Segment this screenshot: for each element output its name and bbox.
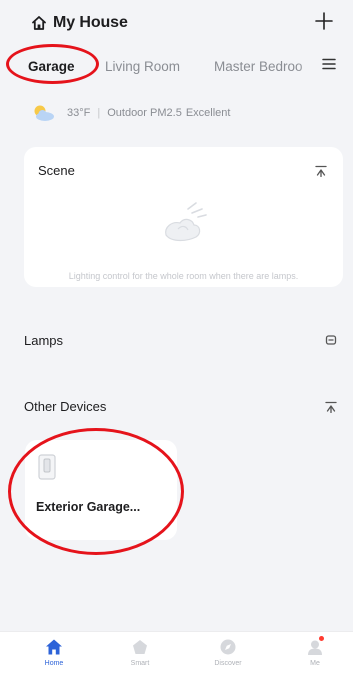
air-quality-value: Excellent: [185, 107, 231, 119]
bottom-nav: Home Smart Discover Me: [0, 631, 353, 674]
scene-title: Scene: [38, 163, 75, 178]
other-devices-section-title: Other Devices: [24, 399, 107, 414]
add-button[interactable]: [311, 8, 337, 34]
empty-scene-illustration: [165, 202, 207, 242]
weather-row: 33°F | Outdoor PM2.5 Excellent: [31, 103, 230, 123]
nav-label-me: Me: [310, 660, 320, 667]
smart-icon: [133, 640, 147, 654]
room-tabs: Garage Living Room Master Bedroo: [0, 52, 353, 82]
air-quality-label: Outdoor PM2.5: [107, 107, 182, 119]
nav-home[interactable]: Home: [24, 638, 84, 667]
nav-me[interactable]: Me: [285, 636, 345, 667]
device-card-exterior-garage[interactable]: Exterior Garage...: [25, 440, 177, 540]
home-icon: [46, 639, 62, 655]
notification-dot: [319, 636, 324, 641]
lamp-toggle-icon[interactable]: [325, 334, 337, 346]
house-icon[interactable]: [31, 15, 47, 31]
collapse-icon[interactable]: [325, 401, 337, 413]
partly-cloudy-icon: [34, 105, 54, 121]
device-name: Exterior Garage...: [36, 500, 141, 514]
nav-smart[interactable]: Smart: [110, 638, 170, 667]
weather-temperature: 33°F: [67, 107, 91, 119]
collapse-icon[interactable]: [315, 165, 327, 177]
tab-overflow-fade: [296, 52, 324, 82]
plus-icon: [315, 12, 333, 30]
scene-empty-hint: Lighting control for the whole room when…: [68, 271, 299, 281]
room-menu-icon[interactable]: [322, 57, 336, 71]
lamps-section-title: Lamps: [24, 333, 64, 348]
nav-label-home: Home: [44, 660, 64, 667]
switch-device-icon: [38, 454, 56, 480]
weather-separator: |: [97, 107, 101, 119]
tab-garage[interactable]: Garage: [28, 59, 75, 74]
home-title[interactable]: My House: [53, 14, 128, 32]
tab-living-room[interactable]: Living Room: [105, 59, 180, 74]
nav-label-discover: Discover: [214, 660, 242, 667]
header: My House: [0, 0, 353, 44]
nav-discover[interactable]: Discover: [198, 638, 258, 667]
nav-label-smart: Smart: [130, 660, 150, 667]
discover-icon: [220, 639, 236, 655]
scene-card: Scene Lighting control for the whole roo…: [24, 147, 343, 287]
